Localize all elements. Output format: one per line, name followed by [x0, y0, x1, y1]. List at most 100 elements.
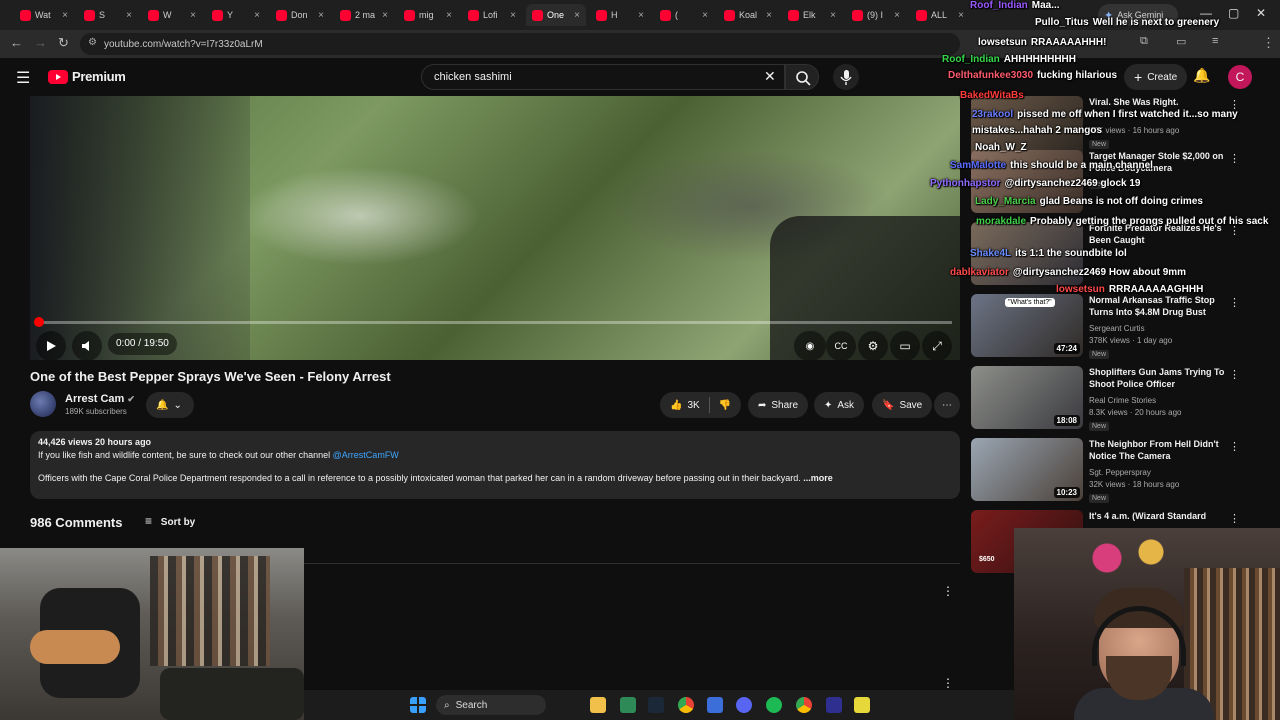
back-icon[interactable]: ← — [10, 35, 23, 50]
save-button[interactable]: 🔖 Save — [872, 392, 933, 418]
browser-tab[interactable]: Elk × — [782, 4, 842, 26]
browser-tab[interactable]: ALL × — [910, 4, 970, 26]
more-vertical-icon[interactable]: ⋮ — [1229, 98, 1240, 111]
browser-tab[interactable]: Lofi × — [462, 4, 522, 26]
tab-close-icon[interactable]: × — [510, 10, 516, 21]
taskbar-search[interactable]: ⌕ Search — [436, 695, 546, 715]
youtube-logo[interactable]: Premium — [48, 69, 126, 84]
windows-start-icon[interactable] — [410, 697, 426, 713]
cast-icon[interactable]: ▭ — [1176, 35, 1186, 48]
browser-tab[interactable]: (× — [654, 4, 714, 26]
recommended-title[interactable]: Shoplifters Gun Jams Trying To Shoot Pol… — [1089, 366, 1239, 390]
chrome-icon[interactable] — [678, 697, 694, 713]
captions-button[interactable]: CC — [826, 331, 856, 360]
more-vertical-icon[interactable]: ⋮ — [1229, 440, 1240, 453]
voice-search-button[interactable] — [833, 64, 859, 90]
video-progress-bar[interactable] — [34, 317, 952, 327]
recommended-title[interactable]: The Neighbor From Hell Didn't Notice The… — [1089, 438, 1239, 462]
fullscreen-button[interactable]: ⤢ — [922, 331, 952, 360]
video-thumbnail[interactable] — [971, 150, 1083, 213]
more-vertical-icon[interactable]: ⋮ — [1229, 152, 1240, 165]
recommended-title[interactable]: Fortnite Predator Realizes He's Been Cau… — [1089, 222, 1239, 246]
recommended-channel[interactable]: Sgt. Pepperspray — [1089, 468, 1151, 477]
video-thumbnail[interactable]: 10:23 — [971, 438, 1083, 501]
chrome-icon[interactable] — [796, 697, 812, 713]
clear-search-icon[interactable]: ✕ — [764, 68, 776, 85]
settings-button[interactable]: ⚙ — [858, 331, 888, 360]
show-more-link[interactable]: ...more — [803, 473, 833, 483]
minimize-icon[interactable]: — — [1200, 6, 1212, 20]
media-icon[interactable]: ≡ — [1212, 35, 1218, 47]
recommended-channel[interactable]: Real Crime Stories — [1089, 396, 1156, 405]
close-window-icon[interactable]: ✕ — [1256, 6, 1266, 20]
tab-close-icon[interactable]: × — [638, 10, 644, 21]
browser-tab[interactable]: Koal × — [718, 4, 778, 26]
video-thumbnail[interactable] — [971, 222, 1083, 285]
browser-tab[interactable]: One × — [526, 4, 586, 26]
file-explorer-icon[interactable] — [590, 697, 606, 713]
recommended-title[interactable]: It's 4 a.m. (Wizard Standard — [1089, 510, 1239, 522]
tab-close-icon[interactable]: × — [62, 10, 68, 21]
extensions-icon[interactable]: ⧉ — [1140, 35, 1148, 48]
tab-close-icon[interactable]: × — [318, 10, 324, 21]
more-vertical-icon[interactable]: ⋮ — [1229, 296, 1240, 309]
channel-name[interactable]: Arrest Cam ✔ — [65, 393, 135, 405]
tab-close-icon[interactable]: × — [382, 10, 388, 21]
recommended-video[interactable]: Fortnite Predator Realizes He's Been Cau… — [971, 222, 1271, 288]
thumbs-down-icon[interactable]: 👎 — [719, 400, 731, 411]
reload-icon[interactable]: ↻ — [58, 35, 69, 51]
more-vertical-icon[interactable]: ⋮ — [1229, 224, 1240, 237]
comment-menu-icon[interactable]: ⋮ — [942, 676, 954, 690]
browser-tab[interactable]: S × — [78, 4, 138, 26]
miniplayer-button[interactable]: ▭ — [890, 331, 920, 360]
play-button[interactable] — [36, 331, 66, 360]
browser-tab[interactable]: Y × — [206, 4, 266, 26]
account-avatar[interactable]: C — [1228, 65, 1252, 89]
more-vertical-icon[interactable]: ⋮ — [1229, 512, 1240, 525]
browser-tab[interactable]: mig × — [398, 4, 458, 26]
tab-close-icon[interactable]: × — [894, 10, 900, 21]
url-field[interactable]: ⚙ youtube.com/watch?v=I7r33z0aLrM — [80, 33, 960, 55]
tab-close-icon[interactable]: × — [574, 10, 580, 21]
comment-menu-icon[interactable]: ⋮ — [942, 584, 954, 598]
recommended-video[interactable]: Target Manager Stole $2,000 on Police Bo… — [971, 150, 1271, 216]
browser-menu-icon[interactable]: ⋮ — [1262, 35, 1275, 51]
notifications-bell-icon[interactable]: 🔔 — [1193, 67, 1210, 84]
maximize-icon[interactable]: ▢ — [1228, 6, 1239, 20]
recommended-title[interactable]: Normal Arkansas Traffic Stop Turns Into … — [1089, 294, 1239, 318]
ask-gemini-button[interactable]: ✦ Ask Gemini — [1098, 4, 1178, 26]
video-player[interactable]: 0:00 / 19:50 ◉ CC ⚙ ▭ ⤢ — [30, 96, 960, 360]
tab-close-icon[interactable]: × — [446, 10, 452, 21]
ask-button[interactable]: ✦ Ask — [814, 392, 865, 418]
autoplay-toggle[interactable]: ◉ — [794, 331, 826, 360]
browser-tab[interactable]: (9) I × — [846, 4, 906, 26]
video-thumbnail[interactable]: 18:08 — [971, 366, 1083, 429]
app-icon[interactable] — [826, 697, 842, 713]
hamburger-menu-icon[interactable]: ☰ — [16, 68, 30, 88]
browser-tab[interactable]: 2 ma × — [334, 4, 394, 26]
more-vertical-icon[interactable]: ⋮ — [1229, 368, 1240, 381]
tab-close-icon[interactable]: × — [958, 10, 964, 21]
app-icon[interactable] — [620, 697, 636, 713]
like-button[interactable]: 👍 3K 👎 — [660, 392, 742, 418]
app-icon[interactable] — [854, 697, 870, 713]
site-info-icon[interactable]: ⚙ — [88, 37, 97, 48]
tab-close-icon[interactable]: × — [126, 10, 132, 21]
discord-icon[interactable] — [736, 697, 752, 713]
tab-close-icon[interactable]: × — [766, 10, 772, 21]
progress-scrubber-handle[interactable] — [34, 317, 44, 327]
tab-close-icon[interactable]: × — [254, 10, 260, 21]
subscription-bell-button[interactable]: 🔔 ⌄ — [146, 392, 194, 418]
recommended-title[interactable]: Viral. She Was Right. — [1089, 96, 1239, 108]
mute-button[interactable] — [72, 331, 102, 360]
tab-close-icon[interactable]: × — [190, 10, 196, 21]
more-actions-button[interactable]: ⋯ — [934, 392, 960, 418]
forward-icon[interactable]: → — [34, 35, 47, 50]
recommended-title[interactable]: Target Manager Stole $2,000 on Police Bo… — [1089, 150, 1239, 174]
channel-link[interactable]: @ArrestCamFW — [333, 450, 399, 460]
browser-tab[interactable]: H × — [590, 4, 650, 26]
tab-close-icon[interactable]: × — [702, 10, 708, 21]
recommended-channel[interactable]: Sergeant Curtis — [1089, 324, 1145, 333]
search-input[interactable]: chicken sashimi — [421, 64, 785, 90]
recommended-video[interactable]: 18:08 Shoplifters Gun Jams Trying To Shoo… — [971, 366, 1271, 432]
